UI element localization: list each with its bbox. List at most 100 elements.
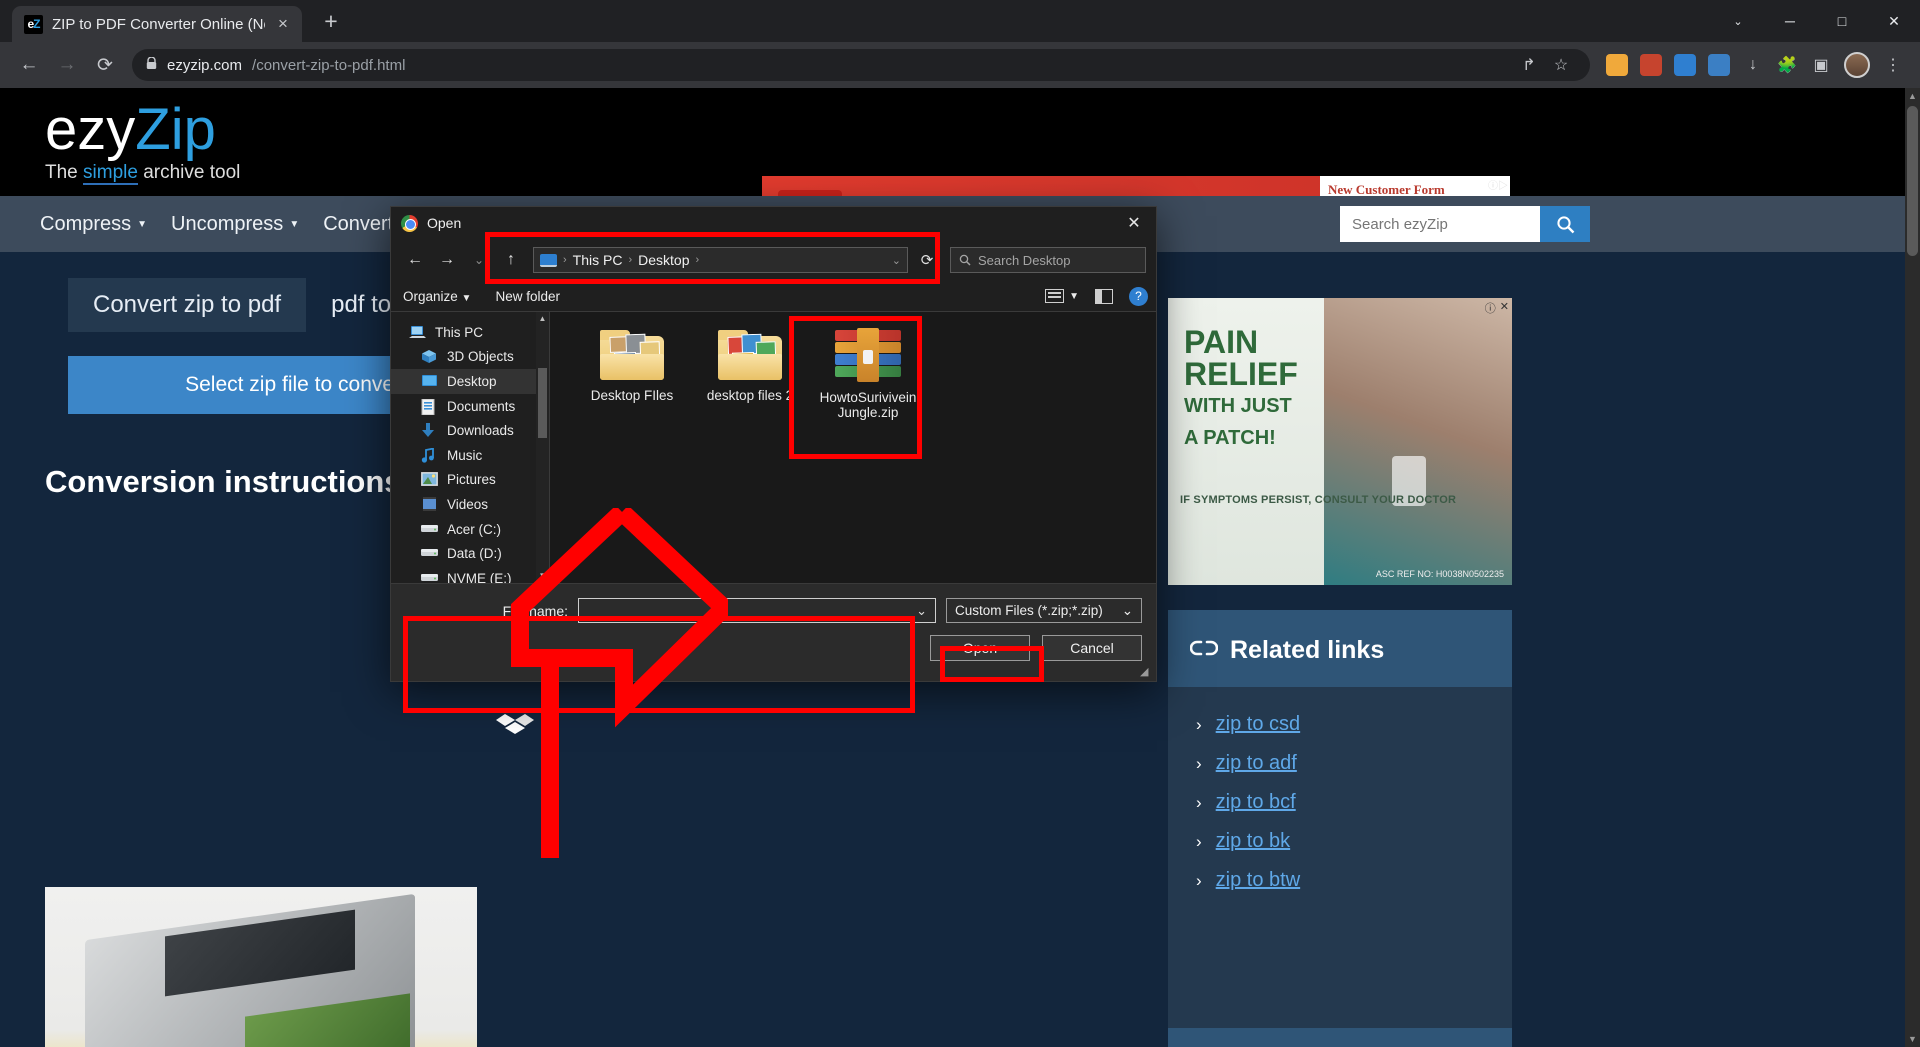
view-icon — [1045, 289, 1064, 303]
rail-ad-reference: ASC REF NO: H0038N0502235 — [1376, 569, 1504, 579]
list-item[interactable]: › zip to adf — [1168, 744, 1512, 783]
chevron-down-icon: ▼ — [137, 219, 147, 230]
sidebar-item-downloads[interactable]: Downloads — [391, 418, 549, 443]
avatar[interactable] — [1844, 52, 1870, 78]
sidebar-label: Downloads — [447, 423, 514, 438]
dialog-close-button[interactable]: ✕ — [1112, 207, 1156, 239]
browser-tab-title: ZIP to PDF Converter Online (No — [52, 16, 265, 33]
sidebar-item-pictures[interactable]: Pictures — [391, 468, 549, 493]
window-close-button[interactable]: ✕ — [1868, 0, 1920, 42]
list-item[interactable]: › zip to csd — [1168, 705, 1512, 744]
minimize-button[interactable]: ─ — [1764, 0, 1816, 42]
rail-ad-line4: A PATCH! — [1184, 422, 1298, 454]
extension-icon-1[interactable] — [1606, 54, 1628, 76]
page-scrollbar[interactable]: ▲ ▼ — [1905, 88, 1920, 1047]
list-item[interactable]: › zip to btw — [1168, 861, 1512, 900]
sidebar-item-desktop[interactable]: Desktop — [391, 369, 549, 394]
help-icon[interactable]: ? — [1129, 287, 1148, 306]
address-bar[interactable]: ezyzip.com/convert-zip-to-pdf.html ↱ ☆ — [132, 49, 1590, 81]
list-item[interactable]: › zip to bcf — [1168, 783, 1512, 822]
sidebar-item-music[interactable]: Music — [391, 443, 549, 468]
related-link[interactable]: zip to adf — [1216, 752, 1297, 775]
search-button[interactable] — [1540, 206, 1590, 242]
browser-menu-icon[interactable]: ⋮ — [1878, 50, 1908, 80]
maximize-button[interactable]: □ — [1816, 0, 1868, 42]
refresh-icon[interactable]: ⟳ — [912, 251, 942, 269]
chevron-down-icon[interactable]: ⌄ — [916, 603, 927, 619]
close-icon[interactable]: × — [274, 14, 292, 34]
breadcrumb-desktop[interactable]: Desktop — [638, 252, 689, 268]
new-folder-button[interactable]: New folder — [495, 289, 560, 304]
breadcrumb-sep: › — [563, 254, 567, 266]
file-item-desktop-files-2[interactable]: desktop files 2 — [700, 328, 800, 420]
annotation-arrow — [398, 508, 728, 860]
file-item-howtosuriviveinjungle-zip[interactable]: HowtoSuriviveinJungle.zip — [818, 328, 918, 420]
site-logo[interactable]: ezyZip The simple archive tool — [45, 100, 240, 184]
extension-icon-3[interactable] — [1674, 54, 1696, 76]
back-icon[interactable]: ← — [12, 48, 46, 82]
breadcrumb-dropdown-icon[interactable]: ⌄ — [892, 254, 901, 267]
breadcrumb-this-pc[interactable]: This PC — [573, 252, 623, 268]
sidebar-item-documents[interactable]: Documents — [391, 394, 549, 419]
sidebar-label: 3D Objects — [447, 349, 514, 364]
nav-item-compress[interactable]: Compress ▼ — [40, 213, 147, 236]
scrollbar-thumb[interactable] — [1907, 106, 1918, 256]
chevron-down-icon[interactable]: ⌄ — [1712, 0, 1764, 42]
puzzle-extensions-icon[interactable]: 🧩 — [1772, 50, 1802, 80]
rail-ad-line3: WITH JUST — [1184, 390, 1298, 422]
sidebar-item-this-pc[interactable]: This PC — [391, 320, 549, 345]
organize-menu[interactable]: Organize ▼ — [403, 289, 471, 304]
file-type-filter[interactable]: Custom Files (*.zip;*.zip) ⌄ — [946, 598, 1142, 623]
info-icon[interactable]: ⓘ — [1485, 300, 1496, 316]
list-item[interactable]: › zip to bk — [1168, 822, 1512, 861]
dialog-forward-icon[interactable]: → — [433, 246, 461, 274]
close-icon[interactable]: ✕ — [1500, 300, 1509, 316]
sidebar-advertisement[interactable]: PAIN RELIEF WITH JUST A PATCH! IF SYMPTO… — [1168, 298, 1512, 585]
scroll-down-arrow[interactable]: ▼ — [1905, 1031, 1920, 1047]
desktop-icon — [421, 374, 438, 389]
sidebar-label: Desktop — [447, 374, 497, 389]
forward-icon[interactable]: → — [50, 48, 84, 82]
share-icon[interactable]: ↱ — [1514, 50, 1544, 80]
related-links-title: Related links — [1230, 636, 1384, 665]
dialog-address-bar: ← → ⌄ ↑ › This PC › Desktop › ⌄ ⟳ Search… — [391, 239, 1156, 281]
ad-info-icon[interactable]: ⓘ▷ — [1488, 177, 1508, 192]
dialog-search-box[interactable]: Search Desktop — [950, 247, 1146, 273]
new-tab-button[interactable]: + — [316, 6, 346, 36]
resize-grip[interactable]: ◢ — [1140, 666, 1152, 678]
browser-tab[interactable]: eZ ZIP to PDF Converter Online (No × — [12, 6, 302, 42]
extension-icon-2[interactable] — [1640, 54, 1662, 76]
logo-text: ezyZip — [45, 100, 240, 160]
related-link[interactable]: zip to bk — [1216, 830, 1290, 853]
recent-locations-icon[interactable]: ⌄ — [465, 246, 493, 274]
scroll-up-arrow[interactable]: ▲ — [1905, 88, 1920, 104]
preview-pane-icon[interactable] — [1095, 289, 1113, 304]
related-links-panel: Related links › zip to csd › zip to adf … — [1168, 610, 1512, 1047]
related-link[interactable]: zip to csd — [1216, 713, 1300, 736]
tab-convert-zip-to-pdf[interactable]: Convert zip to pdf — [68, 278, 306, 332]
change-view-button[interactable]: ▼ — [1045, 289, 1079, 303]
extension-icon-4[interactable] — [1708, 54, 1730, 76]
scroll-up-arrow[interactable]: ▲ — [536, 312, 549, 326]
breadcrumb[interactable]: › This PC › Desktop › ⌄ — [533, 247, 908, 273]
cancel-button[interactable]: Cancel — [1042, 635, 1142, 661]
sidebar-item-3d-objects[interactable]: 3D Objects — [391, 345, 549, 370]
nav-label-uncompress: Uncompress — [171, 213, 283, 236]
dialog-title: Open — [427, 215, 461, 231]
logo-part-zip: Zip — [135, 97, 216, 162]
nav-item-uncompress[interactable]: Uncompress ▼ — [171, 213, 299, 236]
search-input[interactable] — [1340, 206, 1540, 242]
related-link[interactable]: zip to bcf — [1216, 791, 1296, 814]
dialog-back-icon[interactable]: ← — [401, 246, 429, 274]
sidepanel-icon[interactable]: ▣ — [1806, 50, 1836, 80]
chevron-down-icon: ▼ — [289, 219, 299, 230]
scrollbar-thumb[interactable] — [538, 368, 547, 438]
reload-icon[interactable]: ⟳ — [88, 48, 122, 82]
bookmark-star-icon[interactable]: ☆ — [1546, 50, 1576, 80]
open-button[interactable]: Open — [930, 635, 1030, 661]
up-one-level-icon[interactable]: ↑ — [497, 246, 525, 274]
related-link[interactable]: zip to btw — [1216, 869, 1300, 892]
download-icon[interactable]: ↓ — [1738, 50, 1768, 80]
chevron-right-icon: › — [1196, 754, 1202, 774]
file-item-desktop-files[interactable]: Desktop FIles — [582, 328, 682, 420]
